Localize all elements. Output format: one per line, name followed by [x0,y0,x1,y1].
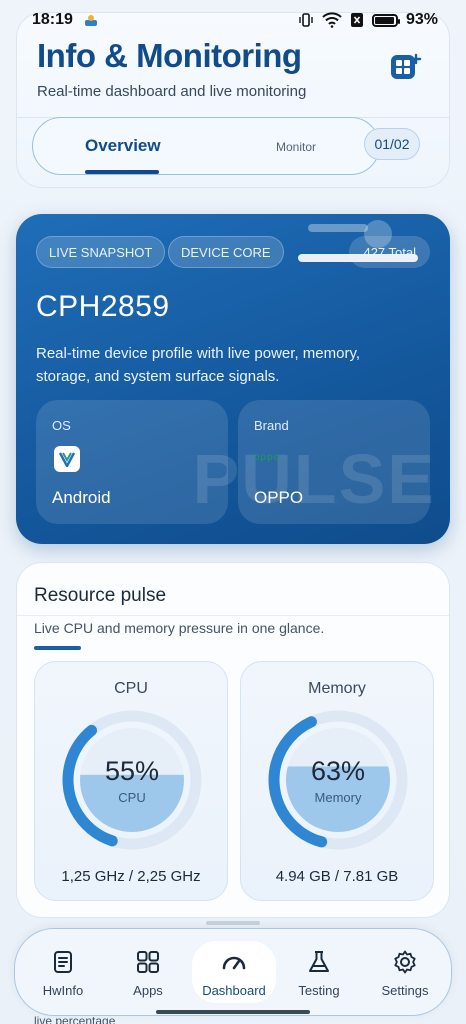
no-sim-icon [350,13,363,27]
hero-description: Real-time device profile with live power… [36,345,361,385]
cpu-gauge-sub: CPU [118,790,145,805]
battery-icon [371,13,400,27]
os-value: Android [52,488,111,507]
flask-icon [309,951,329,972]
notification-app-icon [84,15,97,26]
brand-logo: oppo [254,452,281,463]
android-logo-icon [54,446,80,472]
gear-icon [394,950,416,974]
cpu-frequency: 1,25 GHz / 2,25 GHz [61,868,201,885]
battery-percent: 93% [405,11,438,28]
status-bar: 18:19 93% [0,0,466,40]
status-time: 18:19 [32,11,73,28]
wifi-icon [322,12,342,28]
resource-underline [34,646,81,650]
brand-value: OPPO [254,488,304,507]
nav-testing-label: Testing [298,983,340,998]
grid-icon [137,951,159,973]
device-model: CPH2859 [36,290,170,323]
cpu-gauge: 55% CPU [62,710,202,850]
sheet-handle[interactable] [206,921,260,925]
total-count-badge: 427 Total [349,236,430,268]
bottom-navigation: HwInfo Apps Dashboard Testing Settings [14,928,452,1016]
tab-overview[interactable]: Overview [85,136,161,156]
memory-usage: 4.94 GB / 7.81 GB [275,868,399,885]
os-tile[interactable]: OS Android [36,400,228,524]
nav-hwinfo-label: HwInfo [42,983,84,998]
page-counter: 01/02 [364,128,420,160]
resource-subtitle: Live CPU and memory pressure in one glan… [34,620,325,636]
memory-gauge-sub: Memory [315,790,362,805]
brand-tile[interactable]: Brand oppo OPPO [238,400,430,524]
vibrate-icon [299,13,313,27]
nav-apps[interactable]: Apps [106,929,190,1017]
add-widget-icon[interactable] [389,51,423,85]
tab-active-indicator [85,170,159,174]
memory-gauge-card[interactable]: Memory 63% Memory 4.94 GB / 7.81 GB [240,661,434,901]
page-subtitle: Real-time dashboard and live monitoring [37,83,307,100]
system-gesture-bar[interactable] [156,1010,310,1014]
nav-testing[interactable]: Testing [277,929,361,1017]
cpu-gauge-title: CPU [114,680,148,697]
tab-switcher: Overview Monitor [32,117,380,175]
brand-label: Brand [254,418,289,433]
nav-settings[interactable]: Settings [363,929,447,1017]
device-hero-card: PULSE LIVE SNAPSHOT DEVICE CORE 427 Tota… [16,214,450,544]
resource-pulse-card: Resource pulse Live CPU and memory press… [16,562,450,918]
gauge-icon [222,956,246,970]
page-title: Info & Monitoring [37,37,302,74]
resource-divider [17,615,449,616]
nav-dashboard[interactable]: Dashboard [192,929,276,1017]
os-label: OS [52,418,71,433]
document-icon [54,951,72,973]
live-snapshot-chip: LIVE SNAPSHOT [36,236,166,268]
resource-title: Resource pulse [34,585,167,606]
memory-percent: 63% [311,756,365,786]
cpu-gauge-card[interactable]: CPU 55% CPU 1,25 GHz / 2,25 GHz [34,661,228,901]
memory-gauge: 63% Memory [268,710,408,850]
nav-apps-label: Apps [133,983,163,998]
memory-gauge-title: Memory [308,680,366,697]
cpu-percent: 55% [105,756,159,786]
nav-settings-label: Settings [381,983,429,998]
device-core-chip: DEVICE CORE [168,236,284,268]
nav-dashboard-label: Dashboard [202,983,266,998]
nav-hwinfo[interactable]: HwInfo [21,929,105,1017]
tab-monitor[interactable]: Monitor [276,140,316,154]
